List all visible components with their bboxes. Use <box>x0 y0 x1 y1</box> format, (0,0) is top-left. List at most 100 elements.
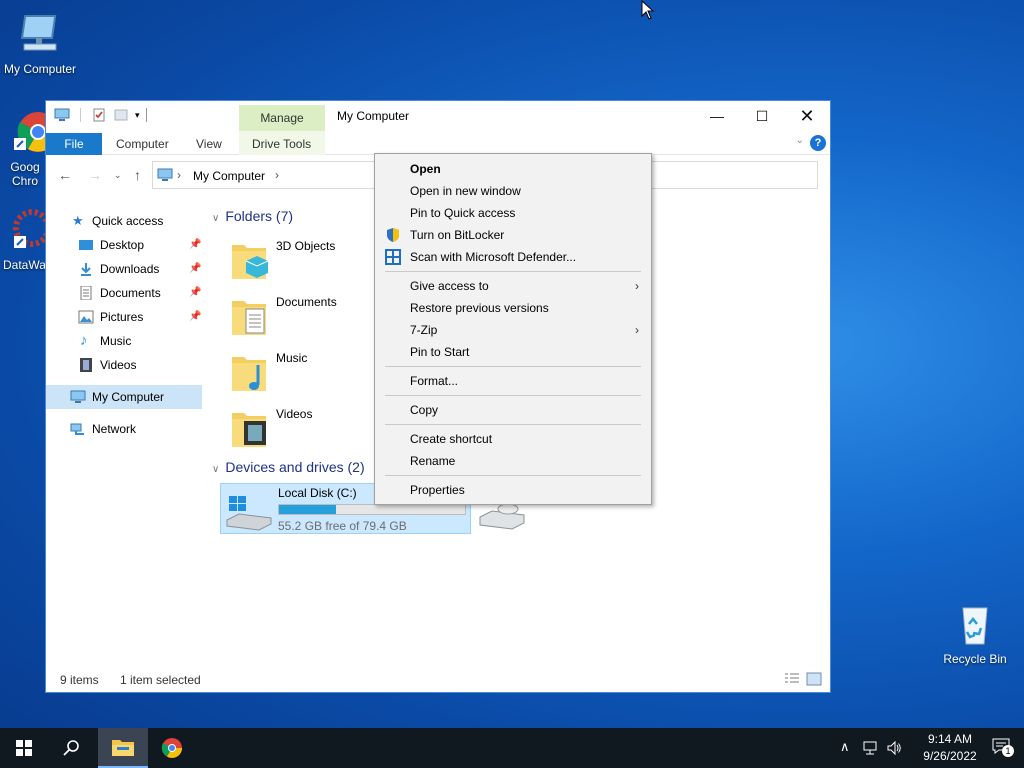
chevron-down-icon[interactable]: ⌄ <box>796 135 804 146</box>
notification-center-button[interactable]: 1 <box>992 738 1014 758</box>
network-icon[interactable] <box>862 740 878 756</box>
computer-icon <box>16 10 64 58</box>
menu-item-pin-start[interactable]: Pin to Start <box>375 341 651 363</box>
film-icon <box>80 358 92 372</box>
pin-icon[interactable]: 📌 <box>189 257 201 281</box>
nav-item-quick-access[interactable]: ★ Quick access <box>46 209 206 233</box>
clock-time[interactable]: 9:14 AM <box>916 732 984 746</box>
chevron-right-icon: › <box>177 168 181 182</box>
chevron-up-icon[interactable]: ∧ <box>840 739 850 755</box>
menu-item-format[interactable]: Format... <box>375 370 651 392</box>
tab-drive-tools[interactable]: Drive Tools <box>252 133 311 155</box>
menu-item-open[interactable]: Open <box>375 158 651 180</box>
menu-item-open-new-window[interactable]: Open in new window <box>375 180 651 202</box>
pin-icon[interactable]: 📌 <box>189 281 201 305</box>
up-arrow-icon[interactable]: ↑ <box>134 167 141 183</box>
folders-group-header[interactable]: ∨ Folders (7) <box>212 208 293 224</box>
drive-free-space: 55.2 GB free of 79.4 GB <box>278 519 407 533</box>
app-icon <box>10 206 46 254</box>
menu-item-pin-quick-access[interactable]: Pin to Quick access <box>375 202 651 224</box>
network-icon <box>70 423 84 435</box>
desktop-icon <box>79 240 93 250</box>
defender-icon <box>385 249 401 265</box>
folder-music-icon <box>232 357 266 391</box>
tab-manage[interactable]: Manage <box>239 105 325 131</box>
recent-locations-chevron-icon[interactable]: ⌄ <box>114 170 122 181</box>
desktop-icon-recycle-bin[interactable]: Recycle Bin <box>935 600 1015 666</box>
menu-item-restore-versions[interactable]: Restore previous versions <box>375 297 651 319</box>
nav-item-downloads[interactable]: Downloads 📌 <box>46 257 206 281</box>
minimize-button[interactable]: — <box>694 101 740 131</box>
nav-item-network[interactable]: Network <box>46 417 206 441</box>
forward-arrow-icon[interactable]: → <box>88 167 102 183</box>
nav-item-videos[interactable]: Videos <box>46 353 206 377</box>
computer-icon <box>70 390 86 403</box>
maximize-button[interactable]: ☐ <box>739 101 785 131</box>
system-tray: ∧ 9:14 AM 9/26/2022 1 <box>836 728 1024 768</box>
pin-icon[interactable]: 📌 <box>189 233 201 257</box>
ribbon-tabs: File Computer View Drive Tools ⌄ ? <box>46 131 830 155</box>
search-button[interactable] <box>48 728 96 768</box>
windows-logo-icon <box>16 740 32 756</box>
tab-view[interactable]: View <box>196 133 222 155</box>
desktop-icon-label: My Computer <box>3 62 77 76</box>
computer-icon <box>54 108 70 121</box>
desktop-icon-google-chrome[interactable]: Goog Chro <box>0 108 46 188</box>
nav-item-documents[interactable]: Documents 📌 <box>46 281 206 305</box>
desktop-icon-label: DataWa <box>3 258 46 272</box>
help-icon[interactable]: ? <box>810 135 826 151</box>
navigation-pane: ★ Quick access Desktop 📌 Downloads 📌 Doc… <box>46 209 206 441</box>
tab-file[interactable]: File <box>46 133 102 155</box>
notification-badge: 1 <box>1002 745 1014 757</box>
recycle-bin-icon <box>951 600 999 648</box>
chevron-down-icon[interactable]: ▾ <box>135 110 140 121</box>
context-menu: Open Open in new window Pin to Quick acc… <box>374 153 652 505</box>
menu-item-copy[interactable]: Copy <box>375 399 651 421</box>
nav-item-music[interactable]: ♪ Music <box>46 329 206 353</box>
desktop-icon-label: Goog Chro <box>10 160 40 188</box>
taskbar: ∧ 9:14 AM 9/26/2022 1 <box>0 728 1024 768</box>
properties-icon[interactable] <box>91 108 107 122</box>
details-view-icon[interactable] <box>784 672 800 686</box>
chevron-down-icon: ∨ <box>212 213 220 224</box>
menu-item-give-access[interactable]: Give access to › <box>375 275 651 297</box>
star-icon: ★ <box>72 213 84 228</box>
close-button[interactable]: ✕ <box>784 101 830 131</box>
back-arrow-icon[interactable]: ← <box>58 167 72 183</box>
desktop-icon-datawa[interactable]: DataWa <box>0 206 46 276</box>
tab-computer[interactable]: Computer <box>116 133 169 155</box>
menu-item-properties[interactable]: Properties <box>375 479 651 501</box>
folder-3d-objects-icon <box>232 245 268 279</box>
nav-item-my-computer[interactable]: My Computer <box>46 385 202 409</box>
menu-item-defender-scan[interactable]: Scan with Microsoft Defender... <box>375 246 651 268</box>
menu-item-7zip[interactable]: 7-Zip › <box>375 319 651 341</box>
chevron-right-icon: › <box>635 323 639 337</box>
chevron-right-icon: › <box>275 168 279 182</box>
new-folder-icon[interactable] <box>113 108 129 122</box>
pin-icon[interactable]: 📌 <box>189 305 201 329</box>
status-selection: 1 item selected <box>120 673 201 687</box>
taskbar-file-explorer[interactable] <box>98 728 148 768</box>
nav-item-pictures[interactable]: Pictures 📌 <box>46 305 206 329</box>
status-bar: 9 items 1 item selected <box>46 668 830 692</box>
desktop-icon-my-computer[interactable]: My Computer <box>0 10 80 76</box>
folder-documents-icon <box>232 301 266 335</box>
chrome-icon <box>161 738 182 758</box>
large-icons-view-icon[interactable] <box>806 672 822 686</box>
devices-group-header[interactable]: ∨ Devices and drives (2) <box>212 459 365 475</box>
clock-date[interactable]: 9/26/2022 <box>912 749 988 763</box>
quick-access-toolbar: ▾ <box>54 108 147 122</box>
volume-icon[interactable] <box>886 740 902 756</box>
shield-icon <box>387 228 399 242</box>
menu-item-create-shortcut[interactable]: Create shortcut <box>375 428 651 450</box>
search-icon <box>63 740 79 756</box>
menu-item-rename[interactable]: Rename <box>375 450 651 472</box>
drive-name: Local Disk (C:) <box>278 486 357 500</box>
download-arrow-icon <box>81 263 91 276</box>
start-button[interactable] <box>0 728 48 768</box>
nav-item-desktop[interactable]: Desktop 📌 <box>46 233 206 257</box>
taskbar-chrome[interactable] <box>148 728 196 768</box>
status-item-count: 9 items <box>60 673 99 687</box>
window-title: My Computer <box>337 109 410 123</box>
menu-item-bitlocker[interactable]: Turn on BitLocker <box>375 224 651 246</box>
